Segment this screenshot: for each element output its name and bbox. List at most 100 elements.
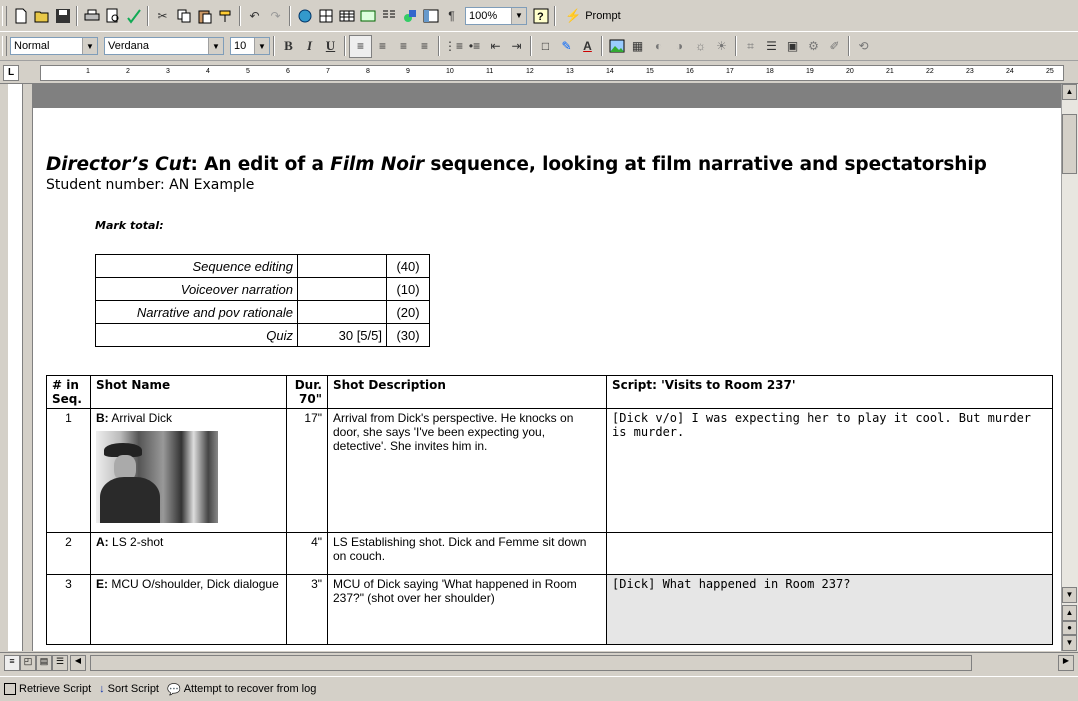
drawing-icon[interactable] (399, 5, 420, 26)
highlight-icon[interactable]: ✎ (556, 36, 577, 57)
chevron-down-icon[interactable]: ▼ (82, 38, 97, 54)
image-color-icon[interactable]: ▦ (627, 36, 648, 57)
outline-view-icon[interactable]: ☰ (52, 655, 68, 671)
script-cell[interactable] (606, 532, 1053, 575)
align-right-icon[interactable]: ≡ (393, 36, 414, 57)
scroll-down-icon[interactable]: ▼ (1062, 587, 1077, 603)
format-picture-icon[interactable]: ⚙ (803, 36, 824, 57)
font-size-value: 10 (234, 40, 247, 52)
print-layout-icon[interactable]: ▤ (36, 655, 52, 671)
show-hide-icon[interactable]: ¶ (441, 5, 462, 26)
shot-name-cell[interactable]: B: Arrival Dick (90, 408, 287, 533)
open-folder-icon[interactable] (31, 5, 52, 26)
undo-icon[interactable]: ↶ (244, 5, 265, 26)
line-style-icon[interactable]: ☰ (761, 36, 782, 57)
shot-thumbnail[interactable] (96, 431, 218, 523)
scroll-up-icon[interactable]: ▲ (1062, 84, 1077, 100)
bold-button[interactable]: B (278, 36, 299, 57)
web-layout-icon[interactable]: ◰ (20, 655, 36, 671)
font-size-select[interactable]: 10 ▼ (230, 37, 270, 55)
italic-button[interactable]: I (299, 36, 320, 57)
recover-log-button[interactable]: 💬 Attempt to recover from log (167, 683, 316, 696)
insert-table-icon[interactable] (336, 5, 357, 26)
horizontal-scrollbar-thumb[interactable] (90, 655, 972, 671)
tab-selector-icon[interactable]: L (3, 65, 19, 81)
chevron-down-icon[interactable]: ▼ (208, 38, 223, 54)
format-painter-icon[interactable] (215, 5, 236, 26)
crop-icon[interactable]: ⌗ (740, 36, 761, 57)
text-wrap-icon[interactable]: ▣ (782, 36, 803, 57)
less-brightness-icon[interactable]: ☀ (711, 36, 732, 57)
border-icon[interactable]: □ (535, 36, 556, 57)
ruler-strip[interactable]: 1 2 3 4 5 6 7 8 9 10 11 12 13 14 15 16 17 18 19 20 21 22 23 24 2… (40, 65, 1064, 81)
shot-name-cell[interactable]: A: LS 2-shot (90, 532, 287, 575)
shot-description[interactable]: MCU of Dick saying 'What happened in Roo… (327, 574, 607, 645)
shot-description[interactable]: LS Establishing shot. Dick and Femme sit… (327, 532, 607, 575)
marks-value[interactable] (297, 254, 387, 278)
prompt-button[interactable]: ⚡ Prompt (559, 6, 627, 26)
print-icon[interactable] (81, 5, 102, 26)
more-brightness-icon[interactable]: ☼ (690, 36, 711, 57)
copy-icon[interactable] (173, 5, 194, 26)
toolbar-grip[interactable] (2, 36, 7, 56)
document-page[interactable]: Director’s Cut: An edit of a Film Noir s… (33, 84, 1070, 651)
document-map-icon[interactable] (420, 5, 441, 26)
next-page-icon[interactable]: ▼ (1062, 635, 1077, 651)
toolbar-grip[interactable] (2, 5, 7, 26)
help-icon[interactable]: ? (530, 5, 551, 26)
new-document-icon[interactable] (10, 5, 31, 26)
previous-page-icon[interactable]: ▲ (1062, 605, 1077, 621)
spelling-icon[interactable] (123, 5, 144, 26)
shot-name-cell[interactable]: E: MCU O/shoulder, Dick dialogue (90, 574, 287, 645)
marks-value[interactable]: 30 [5/5] (297, 323, 387, 347)
insert-excel-icon[interactable] (357, 5, 378, 26)
scrollbar-thumb[interactable] (1062, 114, 1077, 174)
chevron-down-icon[interactable]: ▼ (254, 38, 269, 54)
align-left-icon[interactable]: ≡ (349, 34, 372, 58)
title-film-noir: Film Noir (330, 154, 425, 175)
align-center-icon[interactable]: ≡ (372, 36, 393, 57)
increase-indent-icon[interactable]: ⇥ (506, 36, 527, 57)
paste-icon[interactable] (194, 5, 215, 26)
script-cell[interactable]: [Dick v/o] I was expecting her to play i… (606, 408, 1053, 533)
marks-value[interactable] (297, 300, 387, 324)
font-select[interactable]: Verdana ▼ (104, 37, 224, 55)
vertical-scrollbar[interactable]: ▲ ▼ ▲ ● ▼ (1061, 84, 1078, 651)
hyperlink-icon[interactable] (294, 5, 315, 26)
style-select[interactable]: Normal ▼ (10, 37, 98, 55)
tables-borders-icon[interactable] (315, 5, 336, 26)
script-cell[interactable]: [Dick] What happened in Room 237? (606, 574, 1053, 645)
cut-icon[interactable]: ✂ (152, 5, 173, 26)
redo-icon[interactable]: ↷ (265, 5, 286, 26)
font-color-icon[interactable]: A (577, 36, 598, 57)
marks-value[interactable] (297, 277, 387, 301)
save-icon[interactable] (52, 5, 73, 26)
vertical-ruler[interactable] (0, 84, 33, 651)
chevron-down-icon[interactable]: ▼ (511, 7, 526, 24)
numbering-icon[interactable]: ⋮≡ (443, 36, 464, 57)
horizontal-scroll-row: ≡ ◰ ▤ ☰ ◀ ▶ (0, 652, 1078, 673)
more-contrast-icon[interactable]: ◐ (648, 36, 669, 57)
normal-view-icon[interactable]: ≡ (4, 655, 20, 671)
retrieve-script-button[interactable]: Retrieve Script (4, 683, 91, 695)
horizontal-ruler[interactable]: L 1 2 3 4 5 6 7 8 9 10 11 12 13 14 15 16 17 18 19 20 21 22 23 2… (0, 61, 1078, 84)
vertical-ruler-strip[interactable] (8, 84, 23, 651)
bullets-icon[interactable]: •≡ (464, 36, 485, 57)
zoom-select[interactable]: 100% ▼ (465, 6, 527, 25)
shot-description[interactable]: Arrival from Dick's perspective. He knoc… (327, 408, 607, 533)
less-contrast-icon[interactable]: ◑ (669, 36, 690, 57)
scroll-right-icon[interactable]: ▶ (1058, 655, 1074, 671)
select-browse-object-icon[interactable]: ● (1062, 621, 1077, 635)
set-transparent-icon[interactable]: ✐ (824, 36, 845, 57)
justify-icon[interactable]: ≡ (414, 36, 435, 57)
decrease-indent-icon[interactable]: ⇤ (485, 36, 506, 57)
underline-button[interactable]: U (320, 36, 341, 57)
insert-picture-icon[interactable] (606, 36, 627, 57)
shot-duration: 17" (286, 408, 328, 533)
columns-icon[interactable] (378, 5, 399, 26)
scroll-left-icon[interactable]: ◀ (70, 655, 86, 671)
print-preview-icon[interactable] (102, 5, 123, 26)
sort-script-button[interactable]: ↓ Sort Script (99, 683, 159, 695)
ruler-label: 1 (86, 68, 90, 75)
reset-picture-icon[interactable]: ⟲ (853, 36, 874, 57)
